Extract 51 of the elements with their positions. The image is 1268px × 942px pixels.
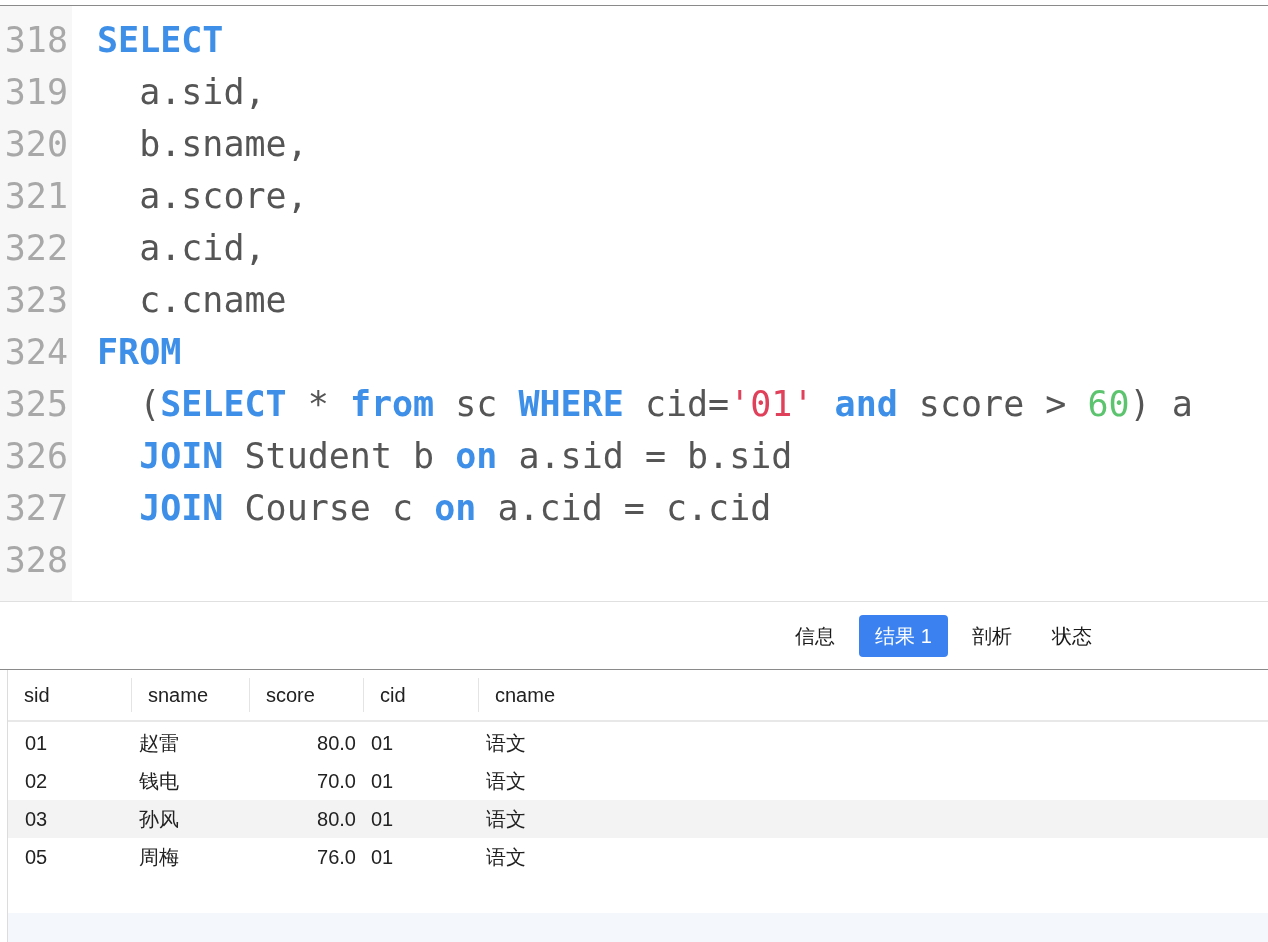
table-cell-text: 02: [24, 769, 49, 794]
column-header[interactable]: sname: [131, 678, 249, 712]
code-line: a.sid,: [138, 71, 266, 114]
table-cell-text: 70.0: [316, 769, 357, 794]
line-number: 325: [4, 383, 68, 426]
table-cell-text: 语文: [485, 845, 527, 870]
code-line: FROM: [97, 331, 182, 374]
column-header[interactable]: cname: [478, 678, 604, 712]
table-cell-text: 01: [24, 731, 49, 756]
line-number: 327: [4, 487, 68, 530]
result-tab[interactable]: 剖析: [956, 614, 1028, 657]
column-header[interactable]: sid: [8, 678, 131, 712]
line-number: 323: [4, 279, 68, 322]
table-cell-text: 01: [370, 845, 395, 870]
code-line: c.cname: [138, 279, 287, 322]
code-line: a.cid,: [138, 227, 266, 270]
table-cell-text: 孙风: [138, 807, 180, 832]
code-line: b.sname,: [138, 123, 308, 166]
result-tab[interactable]: 状态: [1036, 614, 1108, 657]
table-row[interactable]: 03 孙风 80.0 01 语文: [8, 800, 1268, 838]
table-cell-text: 语文: [485, 769, 527, 794]
table-cell-text: 语文: [485, 731, 527, 756]
table-cell-text: 01: [370, 807, 395, 832]
table-cell-text: 01: [370, 731, 395, 756]
table-cell-text: 80.0: [316, 807, 357, 832]
table-cell-text: 语文: [485, 807, 527, 832]
line-number: 324: [4, 331, 68, 374]
table-cell-text: 05: [24, 845, 49, 870]
table-cell-text: 76.0: [316, 845, 357, 870]
line-number: 319: [4, 71, 68, 114]
table-cell-text: 03: [24, 807, 49, 832]
result-tab[interactable]: 信息: [779, 614, 852, 657]
line-number: 326: [4, 435, 68, 478]
line-number: 321: [4, 175, 68, 218]
table-cell-text: 赵雷: [138, 731, 180, 756]
table-cell-text: 钱电: [138, 769, 180, 794]
code-line: JOIN Student b on a.sid = b.sid: [138, 435, 793, 478]
table-cell-text: 01: [370, 769, 395, 794]
table-cell-text: 周梅: [138, 845, 180, 870]
line-number: 318: [4, 19, 68, 62]
code-line: a.score,: [138, 175, 308, 218]
table-cell-text: 80.0: [316, 731, 357, 756]
column-header[interactable]: score: [249, 678, 363, 712]
code-line: (SELECT * from sc WHERE cid='01' and score > 60) a: [138, 383, 1193, 426]
code-line: SELECT: [97, 19, 224, 62]
line-number: 320: [4, 123, 68, 166]
line-number: 328: [4, 539, 68, 582]
code-line: JOIN Course c on a.cid = c.cid: [138, 487, 772, 530]
column-header[interactable]: cid: [363, 678, 478, 712]
line-number: 322: [4, 227, 68, 270]
result-tab[interactable]: 结果 1: [859, 614, 948, 657]
